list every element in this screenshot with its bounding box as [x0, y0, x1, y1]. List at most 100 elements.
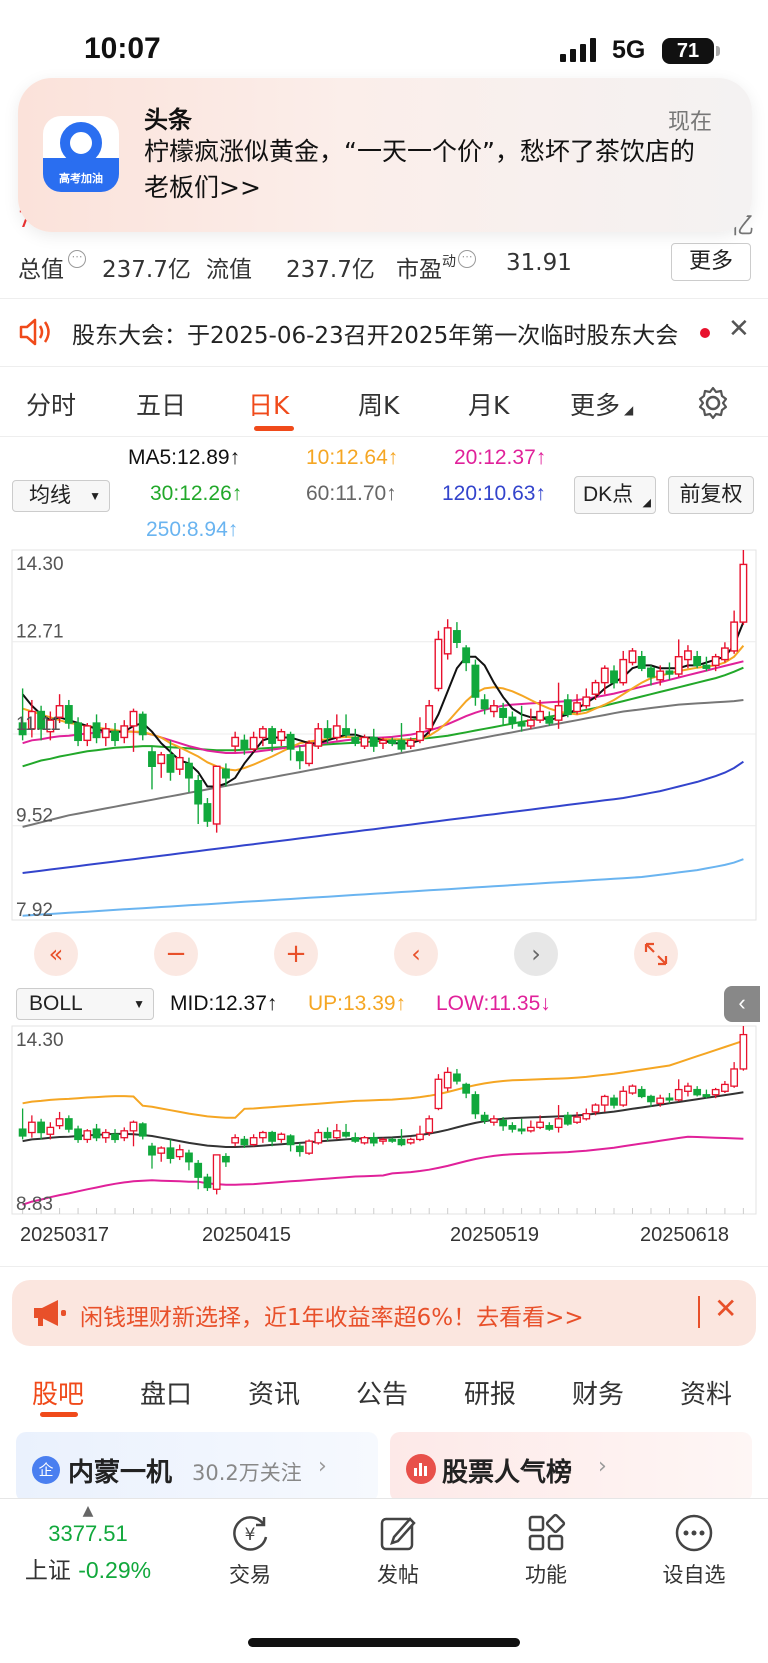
- candle: [369, 728, 378, 752]
- boll-candle: [360, 1135, 369, 1145]
- tab-more[interactable]: 更多 ◢: [570, 386, 633, 422]
- candle: [295, 746, 304, 770]
- total-value-label: 总值⋯: [18, 250, 86, 284]
- boll-candle: [490, 1115, 498, 1126]
- tab-weekly-k[interactable]: 周K: [358, 386, 399, 422]
- y-tick-label: 7.92: [16, 900, 53, 921]
- boll-candle: [462, 1082, 471, 1099]
- x-tick-label: 20250317: [20, 1224, 109, 1246]
- settings-gear-icon[interactable]: [696, 386, 730, 420]
- nav-functions[interactable]: 功能: [486, 1511, 606, 1589]
- tab-profile[interactable]: 资料: [680, 1374, 732, 1411]
- more-stats-button[interactable]: 更多: [671, 243, 751, 281]
- main-chart-candles: [18, 550, 748, 833]
- indicator-select[interactable]: 均线 ▼: [12, 480, 110, 512]
- tab-research[interactable]: 研报: [464, 1374, 516, 1411]
- boll-candle: [92, 1123, 101, 1142]
- tab-order-book[interactable]: 盘口: [140, 1374, 192, 1411]
- boll-candle: [674, 1079, 683, 1102]
- x-tick-label: 20250415: [202, 1224, 291, 1246]
- promo-banner[interactable]: 闲钱理财新选择，近1年收益率超6%！去看看>> ✕: [12, 1280, 756, 1346]
- boll-low-line: [22, 1135, 744, 1206]
- chart-controls: « − + ‹ ›: [34, 932, 678, 976]
- tab-five-day[interactable]: 五日: [136, 386, 186, 422]
- index-ticker[interactable]: ▲ 3377.51 上证 -0.29%: [0, 1504, 176, 1585]
- candle: [563, 694, 572, 718]
- candle: [277, 728, 286, 747]
- boll-candle: [517, 1118, 526, 1135]
- pe-label: 市盈动 ⋯: [396, 250, 476, 284]
- boll-candle: [526, 1120, 535, 1133]
- active-tab-underline: [40, 1412, 78, 1417]
- battery-icon: 71: [662, 38, 720, 64]
- boll-up-line: [22, 1039, 744, 1119]
- boll-candle: [637, 1086, 646, 1099]
- tab-monthly-k[interactable]: 月K: [468, 386, 509, 422]
- tab-daily-k[interactable]: 日K: [248, 386, 289, 422]
- stock-stats-row: 总值⋯ 237.7亿 流值 237.7亿 市盈动 ⋯ 31.91: [0, 240, 768, 298]
- speaker-icon: [19, 318, 50, 346]
- boll-candle: [739, 1026, 748, 1071]
- boll-candle: [148, 1142, 156, 1169]
- boll-candle: [55, 1111, 64, 1130]
- nav-post[interactable]: 发帖: [338, 1511, 458, 1589]
- nav-post-label: 发帖: [377, 1563, 419, 1587]
- candle: [64, 699, 73, 729]
- candlestick-chart[interactable]: 14.30 12.71 11.11 9.52 7.92 « − + ‹ ›: [0, 548, 768, 982]
- tab-announcements[interactable]: 公告: [356, 1374, 408, 1411]
- tab-forum[interactable]: 股吧: [32, 1374, 84, 1411]
- candle: [730, 610, 739, 654]
- candle: [111, 723, 119, 747]
- tab-financials[interactable]: 财务: [572, 1374, 624, 1411]
- candle: [203, 798, 212, 827]
- boll-candle: [332, 1123, 341, 1140]
- stock-name: 内蒙一机: [68, 1458, 173, 1488]
- nav-trade[interactable]: ¥ 交易: [190, 1511, 310, 1589]
- candle: [397, 723, 406, 752]
- candle: [148, 746, 156, 790]
- ranking-chart-icon: [406, 1454, 436, 1484]
- candle: [452, 622, 461, 649]
- tab-intraday[interactable]: 分时: [26, 386, 76, 422]
- app-icon-label: 高考加油: [59, 172, 103, 185]
- candle: [637, 650, 646, 672]
- boll-candle: [434, 1074, 443, 1111]
- boll-candle: [388, 1137, 397, 1143]
- candle: [434, 630, 443, 692]
- boll-candle: [693, 1086, 702, 1097]
- promo-close-icon[interactable]: ✕: [714, 1292, 737, 1325]
- sub-indicator-select[interactable]: BOLL ▼: [16, 988, 154, 1020]
- boll-candle: [600, 1094, 609, 1112]
- notice-close-icon[interactable]: ✕: [728, 314, 750, 344]
- collapse-side-button[interactable]: ‹: [724, 986, 760, 1022]
- notice-bar[interactable]: 股东大会：于2025-06-23召开2025年第一次临时股东大会: [0, 300, 768, 366]
- notification-banner[interactable]: 高考加油 头条 现在 柠檬疯涨似黄金，“一天一个价”，愁坏了茶饮店的老板们>>: [18, 78, 752, 232]
- stock-forum-card[interactable]: 企 内蒙一机 30.2万关注 ›: [16, 1432, 378, 1502]
- boll-candle: [194, 1160, 203, 1190]
- chevron-right-icon: ›: [318, 1454, 327, 1479]
- candle: [462, 645, 471, 672]
- forward-adjust-button[interactable]: 前复权: [668, 476, 754, 514]
- candle: [249, 731, 258, 752]
- boll-candle: [203, 1173, 212, 1191]
- boll-candle: [166, 1139, 175, 1164]
- candle: [489, 699, 498, 718]
- ma-line-ma10: [22, 645, 745, 772]
- status-time: 10:07: [84, 32, 161, 65]
- float-value: 237.7亿: [286, 257, 375, 283]
- dk-point-select[interactable]: DK点 ◢: [574, 476, 656, 514]
- tab-news[interactable]: 资讯: [248, 1374, 300, 1411]
- megaphone-icon: [34, 1300, 66, 1326]
- boll-candle: [111, 1129, 119, 1143]
- boll-candle: [18, 1108, 27, 1140]
- boll-chart[interactable]: 14.30 8.83: [0, 1024, 768, 1220]
- legend-ma250: 250:8.94↑: [146, 518, 239, 541]
- fullscreen-button[interactable]: [634, 932, 678, 976]
- grid-apps-icon: [528, 1513, 566, 1551]
- nav-watchlist-label: 设自选: [662, 1563, 726, 1587]
- nav-watchlist[interactable]: 设自选: [634, 1511, 754, 1589]
- toutiao-app-icon: 高考加油: [43, 116, 119, 192]
- popularity-ranking-card[interactable]: 股票人气榜 ›: [390, 1432, 752, 1502]
- boll-candle: [83, 1129, 92, 1143]
- y-tick-label: 11.11: [16, 714, 61, 735]
